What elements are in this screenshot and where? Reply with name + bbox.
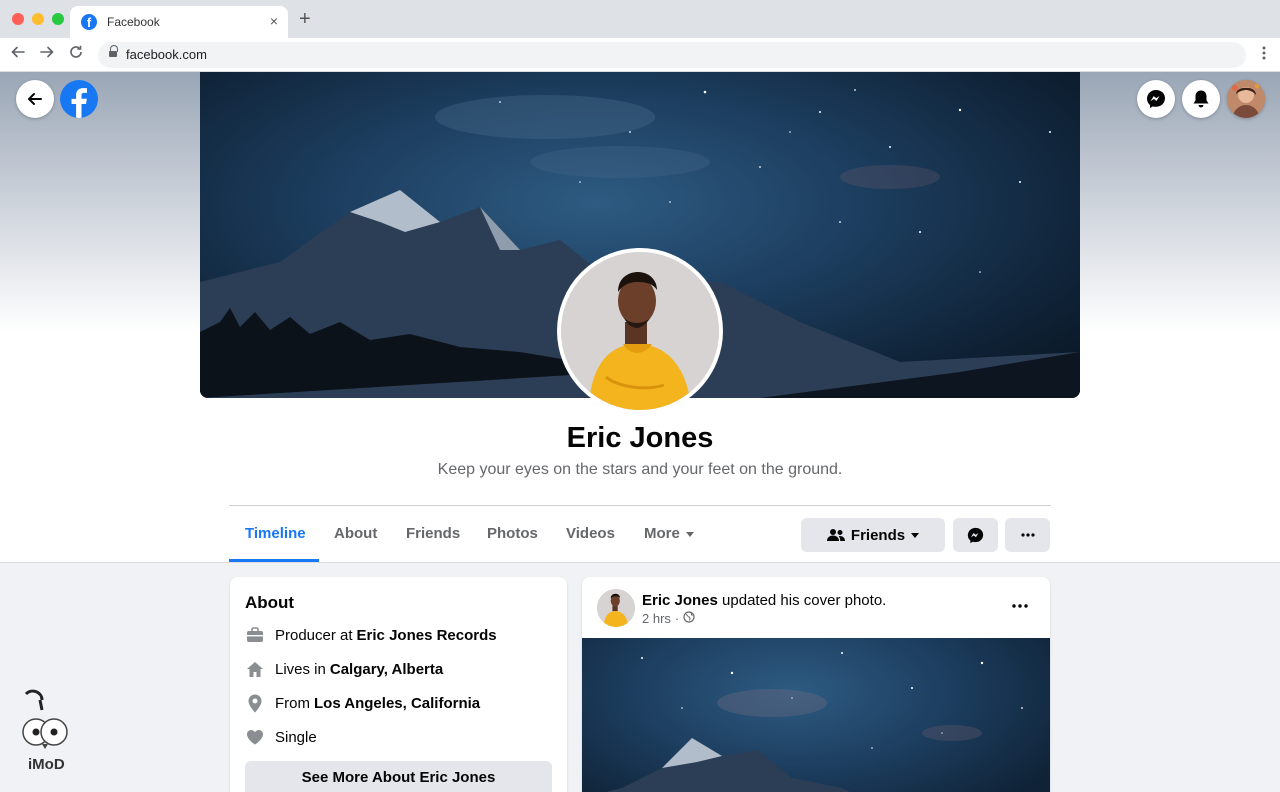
window-close-button[interactable] (12, 13, 24, 25)
account-avatar[interactable] (1227, 80, 1265, 118)
notifications-button[interactable] (1182, 80, 1220, 118)
friends-icon (826, 529, 845, 541)
header-bottom-border (0, 562, 1280, 563)
home-icon (245, 659, 265, 679)
tab-title: Facebook (107, 15, 160, 29)
post-action-text: updated his cover photo. (722, 592, 887, 609)
messenger-icon (967, 527, 984, 543)
caret-down-icon (911, 532, 920, 538)
lock-icon (109, 45, 118, 58)
back-arrow-icon (28, 93, 42, 105)
see-more-about-button[interactable]: See More About Eric Jones (245, 761, 552, 792)
about-title: About (245, 593, 295, 612)
post-author-avatar[interactable] (597, 589, 635, 627)
back-button[interactable] (16, 80, 54, 118)
profile-picture[interactable] (557, 248, 723, 414)
tab-about[interactable]: About (334, 525, 377, 542)
about-item-hometown: From Los Angeles, California (245, 693, 480, 713)
browser-toolbar: facebook.com (0, 38, 1280, 72)
post-timestamp[interactable]: 2 hrs (642, 611, 671, 626)
window-minimize-button[interactable] (32, 13, 44, 25)
post-meta-separator: · (674, 611, 680, 626)
about-item-relationship: Single (245, 727, 317, 747)
reload-icon[interactable] (69, 45, 83, 64)
tab-timeline[interactable]: Timeline (245, 525, 306, 542)
post-options-icon[interactable] (1012, 597, 1028, 608)
address-bar[interactable]: facebook.com (98, 42, 1246, 68)
post-headline: Eric Jones updated his cover photo. (642, 592, 886, 609)
forward-arrow-icon[interactable] (40, 45, 54, 64)
watermark-text: iMoD (28, 756, 65, 773)
location-pin-icon (245, 693, 265, 713)
browser-tab[interactable]: f Facebook × (70, 6, 288, 38)
back-arrow-icon[interactable] (11, 45, 25, 64)
about-card: About Producer at Eric Jones Records Live… (230, 577, 567, 792)
tab-photos[interactable]: Photos (487, 525, 538, 542)
ellipsis-icon (1020, 533, 1035, 537)
post-cover-photo[interactable] (582, 638, 1050, 792)
heart-icon (245, 727, 265, 747)
post-author-name[interactable]: Eric Jones (642, 592, 718, 609)
window-zoom-button[interactable] (52, 13, 64, 25)
about-item-residence-prefix: Lives in (275, 660, 326, 678)
about-item-work-prefix: Producer at (275, 626, 353, 644)
owl-logo-icon (22, 689, 68, 749)
post-meta: 2 hrs · (642, 611, 695, 626)
facebook-logo-icon[interactable] (60, 80, 98, 118)
about-item-hometown-value[interactable]: Los Angeles, California (314, 695, 480, 712)
globe-icon (683, 611, 695, 626)
new-tab-button[interactable]: + (299, 9, 311, 29)
browser-menu-icon[interactable] (1262, 46, 1266, 64)
tab-videos[interactable]: Videos (566, 525, 615, 542)
about-item-hometown-prefix: From (275, 694, 310, 712)
tab-close-icon[interactable]: × (270, 13, 278, 29)
tab-friends[interactable]: Friends (406, 525, 460, 542)
messenger-button[interactable] (1137, 80, 1175, 118)
profile-name: Eric Jones (566, 422, 714, 454)
imod-watermark: iMoD (14, 688, 80, 788)
facebook-favicon-icon: f (81, 14, 97, 30)
messenger-icon (1147, 90, 1165, 108)
post-card: Eric Jones updated his cover photo. 2 hr… (582, 577, 1050, 792)
briefcase-icon (245, 625, 265, 645)
tab-more-label: More (644, 525, 680, 542)
friends-button-label: Friends (850, 526, 906, 544)
profile-bio: Keep your eyes on the stars and your fee… (437, 461, 843, 478)
more-options-button[interactable] (1005, 518, 1050, 552)
browser-tab-bar: f Facebook × + (0, 0, 1280, 38)
url-text: facebook.com (126, 47, 207, 62)
about-item-relationship-label: Single (275, 728, 317, 746)
bell-icon (1193, 90, 1209, 108)
caret-down-icon (685, 531, 694, 537)
about-item-residence-value[interactable]: Calgary, Alberta (330, 661, 443, 678)
message-button[interactable] (953, 518, 998, 552)
about-item-work: Producer at Eric Jones Records (245, 625, 497, 645)
about-item-residence: Lives in Calgary, Alberta (245, 659, 443, 679)
friends-button[interactable]: Friends (801, 518, 945, 552)
about-item-work-value[interactable]: Eric Jones Records (357, 627, 497, 644)
tab-more[interactable]: More (644, 525, 694, 542)
